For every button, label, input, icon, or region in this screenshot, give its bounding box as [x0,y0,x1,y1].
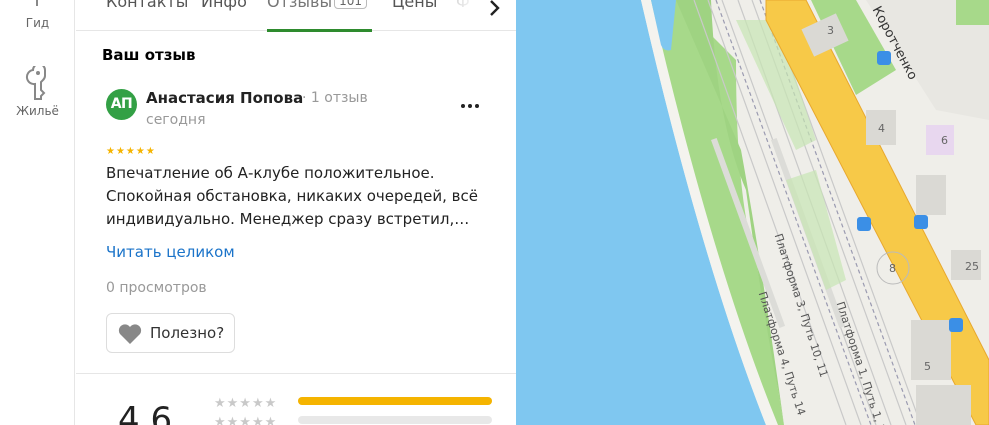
left-rail: Гид Жильё [0,0,75,425]
tab-fade [448,0,478,30]
chevron-right-icon [490,0,500,16]
guide-icon [36,0,38,6]
review-author-name[interactable]: Анастасия Попова [146,89,303,107]
rail-item-housing[interactable]: Жильё [0,66,75,118]
distribution-stars: ★★★★★ [214,396,278,411]
tab-contacts-label: Контакты [106,0,189,11]
useful-button-label: Полезно? [150,324,225,342]
review-text-line: Впечатление об А-клубе положительное. [106,164,435,182]
section-divider [76,373,516,374]
rating-distribution-row: ★★★★★ [214,392,492,411]
tabs-scroll-right-button[interactable] [478,0,516,30]
overall-rating: 4,6 [118,400,173,425]
tab-reviews[interactable]: Отзывы 101 [267,0,368,11]
map-canvas [516,0,989,425]
review-text-line: индивидуально. Менеджер сразу встретил,… [106,210,470,228]
distribution-bar-fill [298,397,492,405]
reviews-count-badge: 101 [334,0,368,9]
useful-button[interactable]: Полезно? [106,313,235,353]
house-number: 4 [878,122,885,135]
heart-icon [118,324,142,344]
tab-contacts[interactable]: Контакты [106,0,188,11]
house-number: 25 [965,260,979,273]
active-tab-indicator [267,29,372,32]
house-number: 6 [941,134,948,147]
tab-info-label: Инфо [201,0,247,11]
more-dots-icon [461,104,479,108]
review-text: Впечатление об А-клубе положительное. Сп… [106,162,486,231]
house-number: 3 [827,24,834,37]
tab-reviews-label: Отзывы [267,0,333,11]
map-view[interactable]: Коротченко Платформа 3, Путь 10, 11 Плат… [516,0,989,425]
review-text-line: Спокойная обстановка, никаких очередей, … [106,187,478,205]
review-date: сегодня [146,112,206,128]
read-full-link[interactable]: Читать целиком [106,243,235,261]
tab-info[interactable]: Инфо [201,0,247,11]
views-count: 0 просмотров [106,280,207,296]
tab-bar: Контакты Инфо Отзывы101 Цены Ф [76,0,516,32]
distribution-bar [298,416,492,424]
tab-prices[interactable]: Цены [392,0,437,11]
rail-item-housing-label: Жильё [16,104,59,118]
distribution-stars: ★★★★★ [214,415,278,425]
rail-item-guide-label: Гид [25,16,50,30]
rating-distribution-row: ★★★★★ [214,411,492,425]
housing-icon [25,66,46,100]
your-review-title: Ваш отзыв [102,46,196,64]
organization-panel: Контакты Инфо Отзывы101 Цены Ф Ваш отзыв… [76,0,516,425]
distribution-bar [298,397,492,405]
house-number: 8 [889,262,896,275]
review-more-button[interactable] [456,94,484,114]
avatar[interactable]: АП [106,89,137,120]
review-author-meta: · 1 отзыв [302,90,368,106]
house-number: 5 [924,360,931,373]
tab-prices-label: Цены [392,0,438,11]
review-rating-stars: ★★★★★ [106,146,156,157]
